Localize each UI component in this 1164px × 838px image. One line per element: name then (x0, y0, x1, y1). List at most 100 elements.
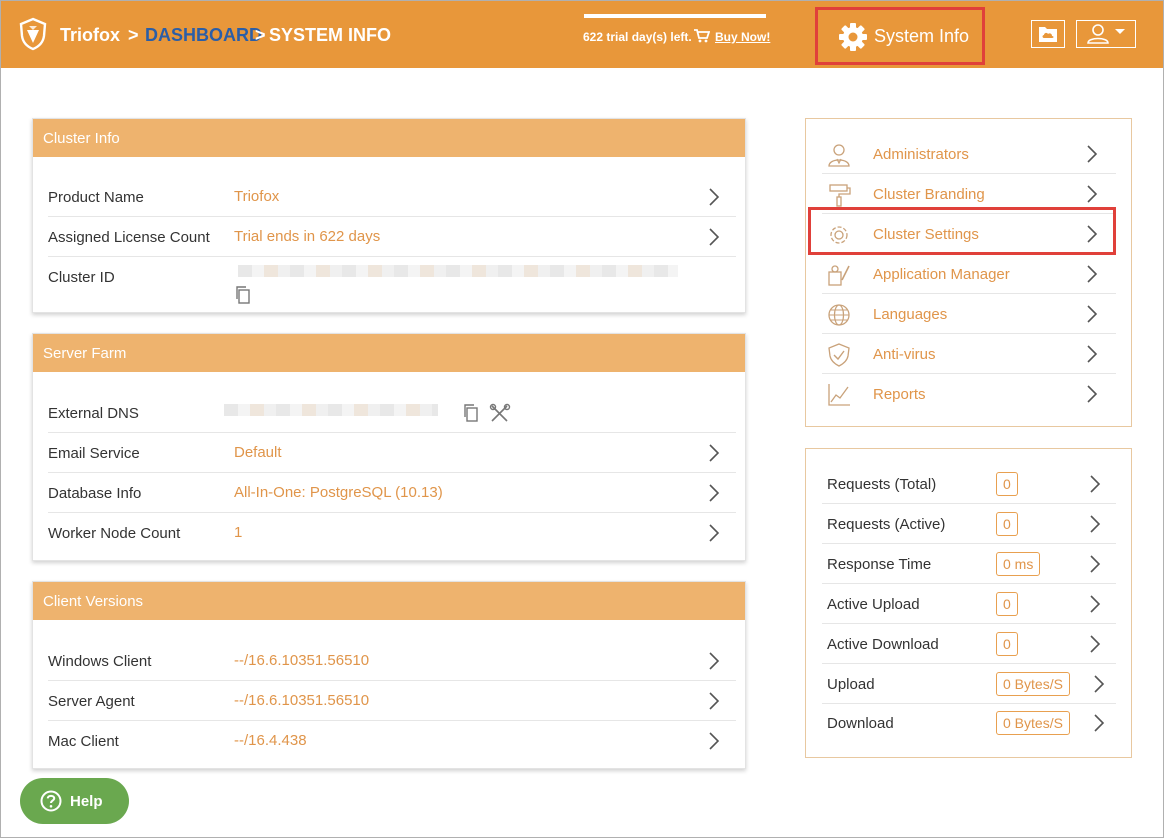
stat-value: 0 (996, 592, 1018, 616)
row-label: Mac Client (48, 733, 119, 750)
cart-icon[interactable] (694, 29, 710, 43)
menu-item-administrators[interactable]: Administrators (822, 134, 1116, 174)
stat-label: Requests (Active) (827, 516, 946, 533)
email-service-row[interactable]: Email Service Default (48, 433, 736, 473)
external-dns-row: External DNS (48, 393, 736, 433)
menu-item-anti-virus[interactable]: Anti-virus (822, 334, 1116, 374)
stat-value: 0 (996, 632, 1018, 656)
breadcrumb-current: SYSTEM INFO (269, 25, 392, 45)
chevron-right-icon[interactable] (708, 483, 720, 503)
chevron-right-icon[interactable] (708, 651, 720, 671)
cluster-id-redacted (238, 265, 678, 277)
shield-check-icon (828, 343, 850, 367)
copy-icon[interactable] (462, 403, 480, 423)
menu-item-languages[interactable]: Languages (822, 294, 1116, 334)
breadcrumb-separator: > (128, 25, 139, 45)
worker-node-count-row[interactable]: Worker Node Count 1 (48, 513, 736, 553)
copy-icon[interactable] (234, 285, 252, 305)
row-value: --/16.6.10351.56510 (234, 652, 370, 669)
row-value: Triofox (234, 188, 280, 205)
user-menu-button[interactable] (1076, 20, 1136, 48)
menu-item-label: Reports (873, 386, 926, 403)
chevron-right-icon (1087, 145, 1098, 163)
cloud-folder-button[interactable] (1031, 20, 1065, 48)
chevron-right-icon (1087, 305, 1098, 323)
product-name-row[interactable]: Product Name Triofox (48, 177, 736, 217)
row-label: Windows Client (48, 653, 152, 670)
row-value: --/16.4.438 (234, 732, 307, 749)
cluster-info-panel: Cluster Info Product Name Triofox Assign… (32, 118, 746, 313)
chevron-right-icon (1090, 555, 1101, 573)
cluster-info-title: Cluster Info (33, 119, 745, 157)
row-label: Worker Node Count (48, 525, 181, 542)
row-value: Default (234, 444, 282, 461)
row-label: Product Name (48, 189, 144, 206)
app-manager-icon (828, 265, 850, 286)
chevron-right-icon[interactable] (708, 691, 720, 711)
stat-value: 0 (996, 512, 1018, 536)
cloud-folder-icon (1039, 27, 1057, 42)
user-icon (1087, 24, 1125, 44)
stat-download[interactable]: Download 0 Bytes/S (822, 703, 1116, 743)
row-label: Database Info (48, 485, 142, 502)
stat-value: 0 Bytes/S (996, 672, 1070, 696)
external-dns-redacted (224, 404, 438, 416)
license-count-row[interactable]: Assigned License Count Trial ends in 622… (48, 217, 736, 257)
stat-active-download[interactable]: Active Download 0 (822, 624, 1116, 664)
stat-upload[interactable]: Upload 0 Bytes/S (822, 664, 1116, 704)
menu-item-reports[interactable]: Reports (822, 374, 1116, 414)
globe-icon (828, 304, 850, 326)
chevron-right-icon (1094, 714, 1105, 732)
admin-user-icon (828, 144, 850, 167)
trial-progress-bar (584, 14, 766, 18)
tools-icon[interactable] (489, 403, 511, 423)
chevron-right-icon[interactable] (708, 227, 720, 247)
row-value: --/16.6.10351.56510 (234, 692, 370, 709)
breadcrumb-dashboard-link[interactable]: DASHBOARD (145, 25, 262, 46)
windows-client-row[interactable]: Windows Client --/16.6.10351.56510 (48, 641, 736, 681)
stat-label: Requests (Total) (827, 476, 937, 493)
stat-label: Active Download (827, 636, 939, 653)
triofox-logo-icon[interactable] (18, 17, 48, 51)
stat-value: 0 ms (996, 552, 1041, 576)
row-label: External DNS (48, 405, 139, 422)
menu-item-application-manager[interactable]: Application Manager (822, 254, 1116, 294)
system-info-label: System Info (874, 26, 970, 46)
server-agent-row[interactable]: Server Agent --/16.6.10351.56510 (48, 681, 736, 721)
system-info-button[interactable]: System Info (815, 7, 985, 65)
chevron-right-icon (1090, 595, 1101, 613)
gear-icon (839, 23, 867, 51)
client-versions-panel: Client Versions Windows Client --/16.6.1… (32, 581, 746, 769)
paint-roller-icon (829, 184, 851, 207)
chevron-right-icon (1090, 635, 1101, 653)
chevron-right-icon[interactable] (708, 443, 720, 463)
chevron-right-icon (1087, 385, 1098, 403)
cluster-id-row: Cluster ID (48, 257, 736, 313)
mac-client-row[interactable]: Mac Client --/16.4.438 (48, 721, 736, 761)
chevron-right-icon[interactable] (708, 523, 720, 543)
row-value: Trial ends in 622 days (234, 228, 381, 245)
menu-item-label: Cluster Branding (873, 186, 985, 203)
top-bar: Triofox > DASHBOARD > SYSTEM INFO 622 tr… (0, 0, 1164, 68)
chart-icon (828, 384, 850, 406)
stat-response-time[interactable]: Response Time 0 ms (822, 544, 1116, 584)
help-button[interactable]: Help (20, 778, 129, 824)
chevron-right-icon (1087, 185, 1098, 203)
brand-name: Triofox (60, 25, 121, 45)
chevron-right-icon (1087, 265, 1098, 283)
help-label: Help (70, 793, 103, 810)
chevron-right-icon (1087, 345, 1098, 363)
buy-now-link[interactable]: Buy Now! (715, 30, 770, 44)
stat-label: Upload (827, 676, 875, 693)
stat-requests-total[interactable]: Requests (Total) 0 (822, 464, 1116, 504)
row-label: Email Service (48, 445, 140, 462)
chevron-right-icon[interactable] (708, 731, 720, 751)
server-farm-panel: Server Farm External DNS Email Service D… (32, 333, 746, 561)
stat-requests-active[interactable]: Requests (Active) 0 (822, 504, 1116, 544)
stat-active-upload[interactable]: Active Upload 0 (822, 584, 1116, 624)
database-info-row[interactable]: Database Info All-In-One: PostgreSQL (10… (48, 473, 736, 513)
chevron-right-icon (1094, 675, 1105, 693)
menu-item-label: Languages (873, 306, 948, 323)
breadcrumb-separator: > (255, 25, 266, 45)
chevron-right-icon[interactable] (708, 187, 720, 207)
